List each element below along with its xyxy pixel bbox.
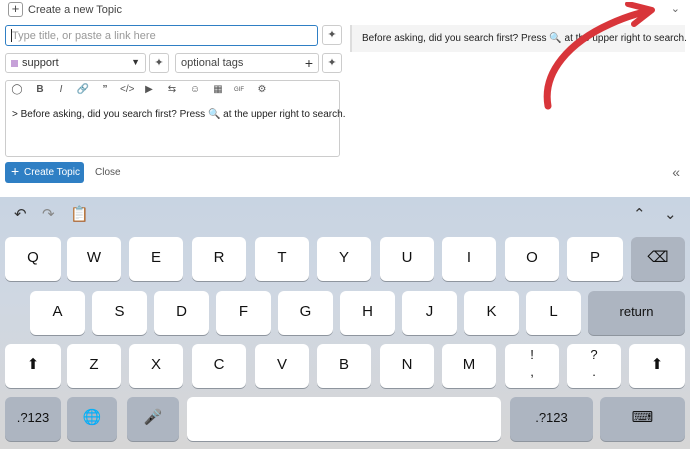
editor-text: > Before asking, did you search first? P… — [12, 109, 206, 120]
editor-text-tail: at the upper right to search. — [223, 109, 346, 120]
key-n[interactable]: N — [380, 344, 434, 388]
return-key[interactable]: return — [588, 291, 685, 335]
tags-input[interactable]: optional tags + — [175, 53, 319, 73]
key-question-period[interactable]: ? . — [567, 344, 621, 388]
globe-key[interactable]: 🌐 — [67, 397, 117, 441]
gif-icon[interactable]: GIF — [232, 87, 246, 93]
key-q[interactable]: Q — [5, 237, 61, 281]
key-u[interactable]: U — [380, 237, 434, 281]
add-topic-icon[interactable]: + — [8, 2, 23, 17]
shift-icon: ⬆ — [650, 356, 664, 373]
key-z[interactable]: Z — [67, 344, 121, 388]
video-icon[interactable]: ▶ — [142, 84, 156, 95]
shift-key-left[interactable]: ⬆ — [5, 344, 61, 388]
search-icon: 🔍 — [207, 109, 221, 120]
key-t[interactable]: T — [255, 237, 309, 281]
key-x[interactable]: X — [129, 344, 183, 388]
plus-icon: + — [11, 163, 20, 179]
space-bar[interactable] — [187, 397, 501, 441]
chevron-up-icon[interactable]: ⌃ — [633, 205, 646, 223]
onscreen-keyboard: ↶ ↷ 📋 ⌃ ⌄ Q W E R T Y U I O P ⌫ A S D F … — [0, 197, 690, 449]
key-a[interactable]: A — [30, 291, 85, 335]
paste-icon[interactable]: 📋 — [70, 205, 89, 223]
editor[interactable]: ◯ B I 🔗 ” </> ▶ ⇆ ☺ ▦ GIF ⚙ > Before ask… — [5, 80, 345, 157]
italic-icon[interactable]: I — [54, 84, 68, 95]
red-arrow-annotation — [543, 2, 655, 110]
key-b[interactable]: B — [317, 344, 371, 388]
editor-toolbar: ◯ B I 🔗 ” </> ▶ ⇆ ☺ ▦ GIF ⚙ — [6, 81, 339, 101]
globe-icon: 🌐 — [82, 409, 102, 426]
preview-text: Before asking, did you search first? Pre… — [362, 33, 547, 44]
sparkle-icon[interactable]: ✦ — [149, 53, 169, 73]
key-w[interactable]: W — [67, 237, 121, 281]
backspace-key[interactable]: ⌫ — [631, 237, 685, 281]
key-g[interactable]: G — [278, 291, 333, 335]
key-h[interactable]: H — [340, 291, 395, 335]
bold-icon[interactable]: B — [33, 84, 47, 95]
emoji-icon[interactable]: ☺ — [188, 84, 202, 95]
backspace-icon: ⌫ — [647, 249, 669, 266]
chevron-down-icon[interactable]: ⌄ — [664, 205, 677, 223]
create-topic-label: Create Topic — [24, 167, 80, 178]
tags-placeholder: optional tags — [181, 57, 244, 69]
key-e[interactable]: E — [129, 237, 183, 281]
close-link[interactable]: Close — [95, 167, 121, 178]
double-chevron-left-icon[interactable]: « — [672, 164, 680, 180]
key-v[interactable]: V — [255, 344, 309, 388]
plus-icon[interactable]: + — [305, 55, 313, 71]
key-c[interactable]: C — [192, 344, 246, 388]
dropdown-caret-icon: ▼ — [131, 57, 140, 67]
shift-icon: ⬆ — [26, 356, 40, 373]
code-icon[interactable]: </> — [120, 84, 134, 95]
key-r[interactable]: R — [192, 237, 246, 281]
gear-icon[interactable]: ⚙ — [255, 84, 269, 95]
key-o[interactable]: O — [505, 237, 559, 281]
keyboard-icon: ⌨ — [631, 409, 654, 426]
key-d[interactable]: D — [154, 291, 209, 335]
numbers-key-left[interactable]: .?123 — [5, 397, 61, 441]
create-topic-button[interactable]: + Create Topic — [5, 162, 84, 183]
sparkle-icon[interactable]: ✦ — [322, 25, 342, 45]
swap-icon[interactable]: ⇆ — [165, 84, 179, 95]
category-select[interactable]: support ▼ — [5, 53, 146, 73]
key-k[interactable]: K — [464, 291, 519, 335]
key-f[interactable]: F — [216, 291, 271, 335]
numbers-key-right[interactable]: .?123 — [510, 397, 593, 441]
screen: + Create a new Topic ⌄ ✦ support ▼ ✦ opt… — [0, 0, 690, 449]
calendar-icon[interactable]: ▦ — [211, 84, 225, 95]
text-caret — [11, 29, 12, 42]
quote-icon[interactable]: ” — [98, 84, 112, 95]
key-s[interactable]: S — [92, 291, 147, 335]
speech-bubble-icon[interactable]: ◯ — [10, 84, 24, 95]
key-l[interactable]: L — [526, 291, 581, 335]
sparkle-icon[interactable]: ✦ — [322, 53, 342, 73]
keyboard-assistant-bar: ↶ ↷ 📋 ⌃ ⌄ — [0, 197, 690, 231]
microphone-key[interactable]: 🎤 — [127, 397, 179, 441]
composer-title: Create a new Topic — [28, 4, 122, 16]
hide-keyboard-key[interactable]: ⌨ — [600, 397, 685, 441]
key-p[interactable]: P — [567, 237, 623, 281]
redo-icon[interactable]: ↷ — [42, 205, 55, 223]
link-icon[interactable]: 🔗 — [76, 84, 90, 95]
microphone-icon: 🎤 — [143, 409, 163, 426]
undo-icon[interactable]: ↶ — [14, 205, 27, 223]
chevron-down-icon[interactable]: ⌄ — [671, 2, 680, 15]
category-label: support — [22, 57, 59, 69]
key-j[interactable]: J — [402, 291, 457, 335]
key-exclamation-comma[interactable]: ! , — [505, 344, 559, 388]
editor-content: > Before asking, did you search first? P… — [12, 109, 345, 120]
key-y[interactable]: Y — [317, 237, 371, 281]
title-input[interactable] — [5, 25, 318, 46]
key-i[interactable]: I — [442, 237, 496, 281]
key-m[interactable]: M — [442, 344, 496, 388]
shift-key-right[interactable]: ⬆ — [629, 344, 685, 388]
category-color-swatch — [11, 60, 18, 67]
